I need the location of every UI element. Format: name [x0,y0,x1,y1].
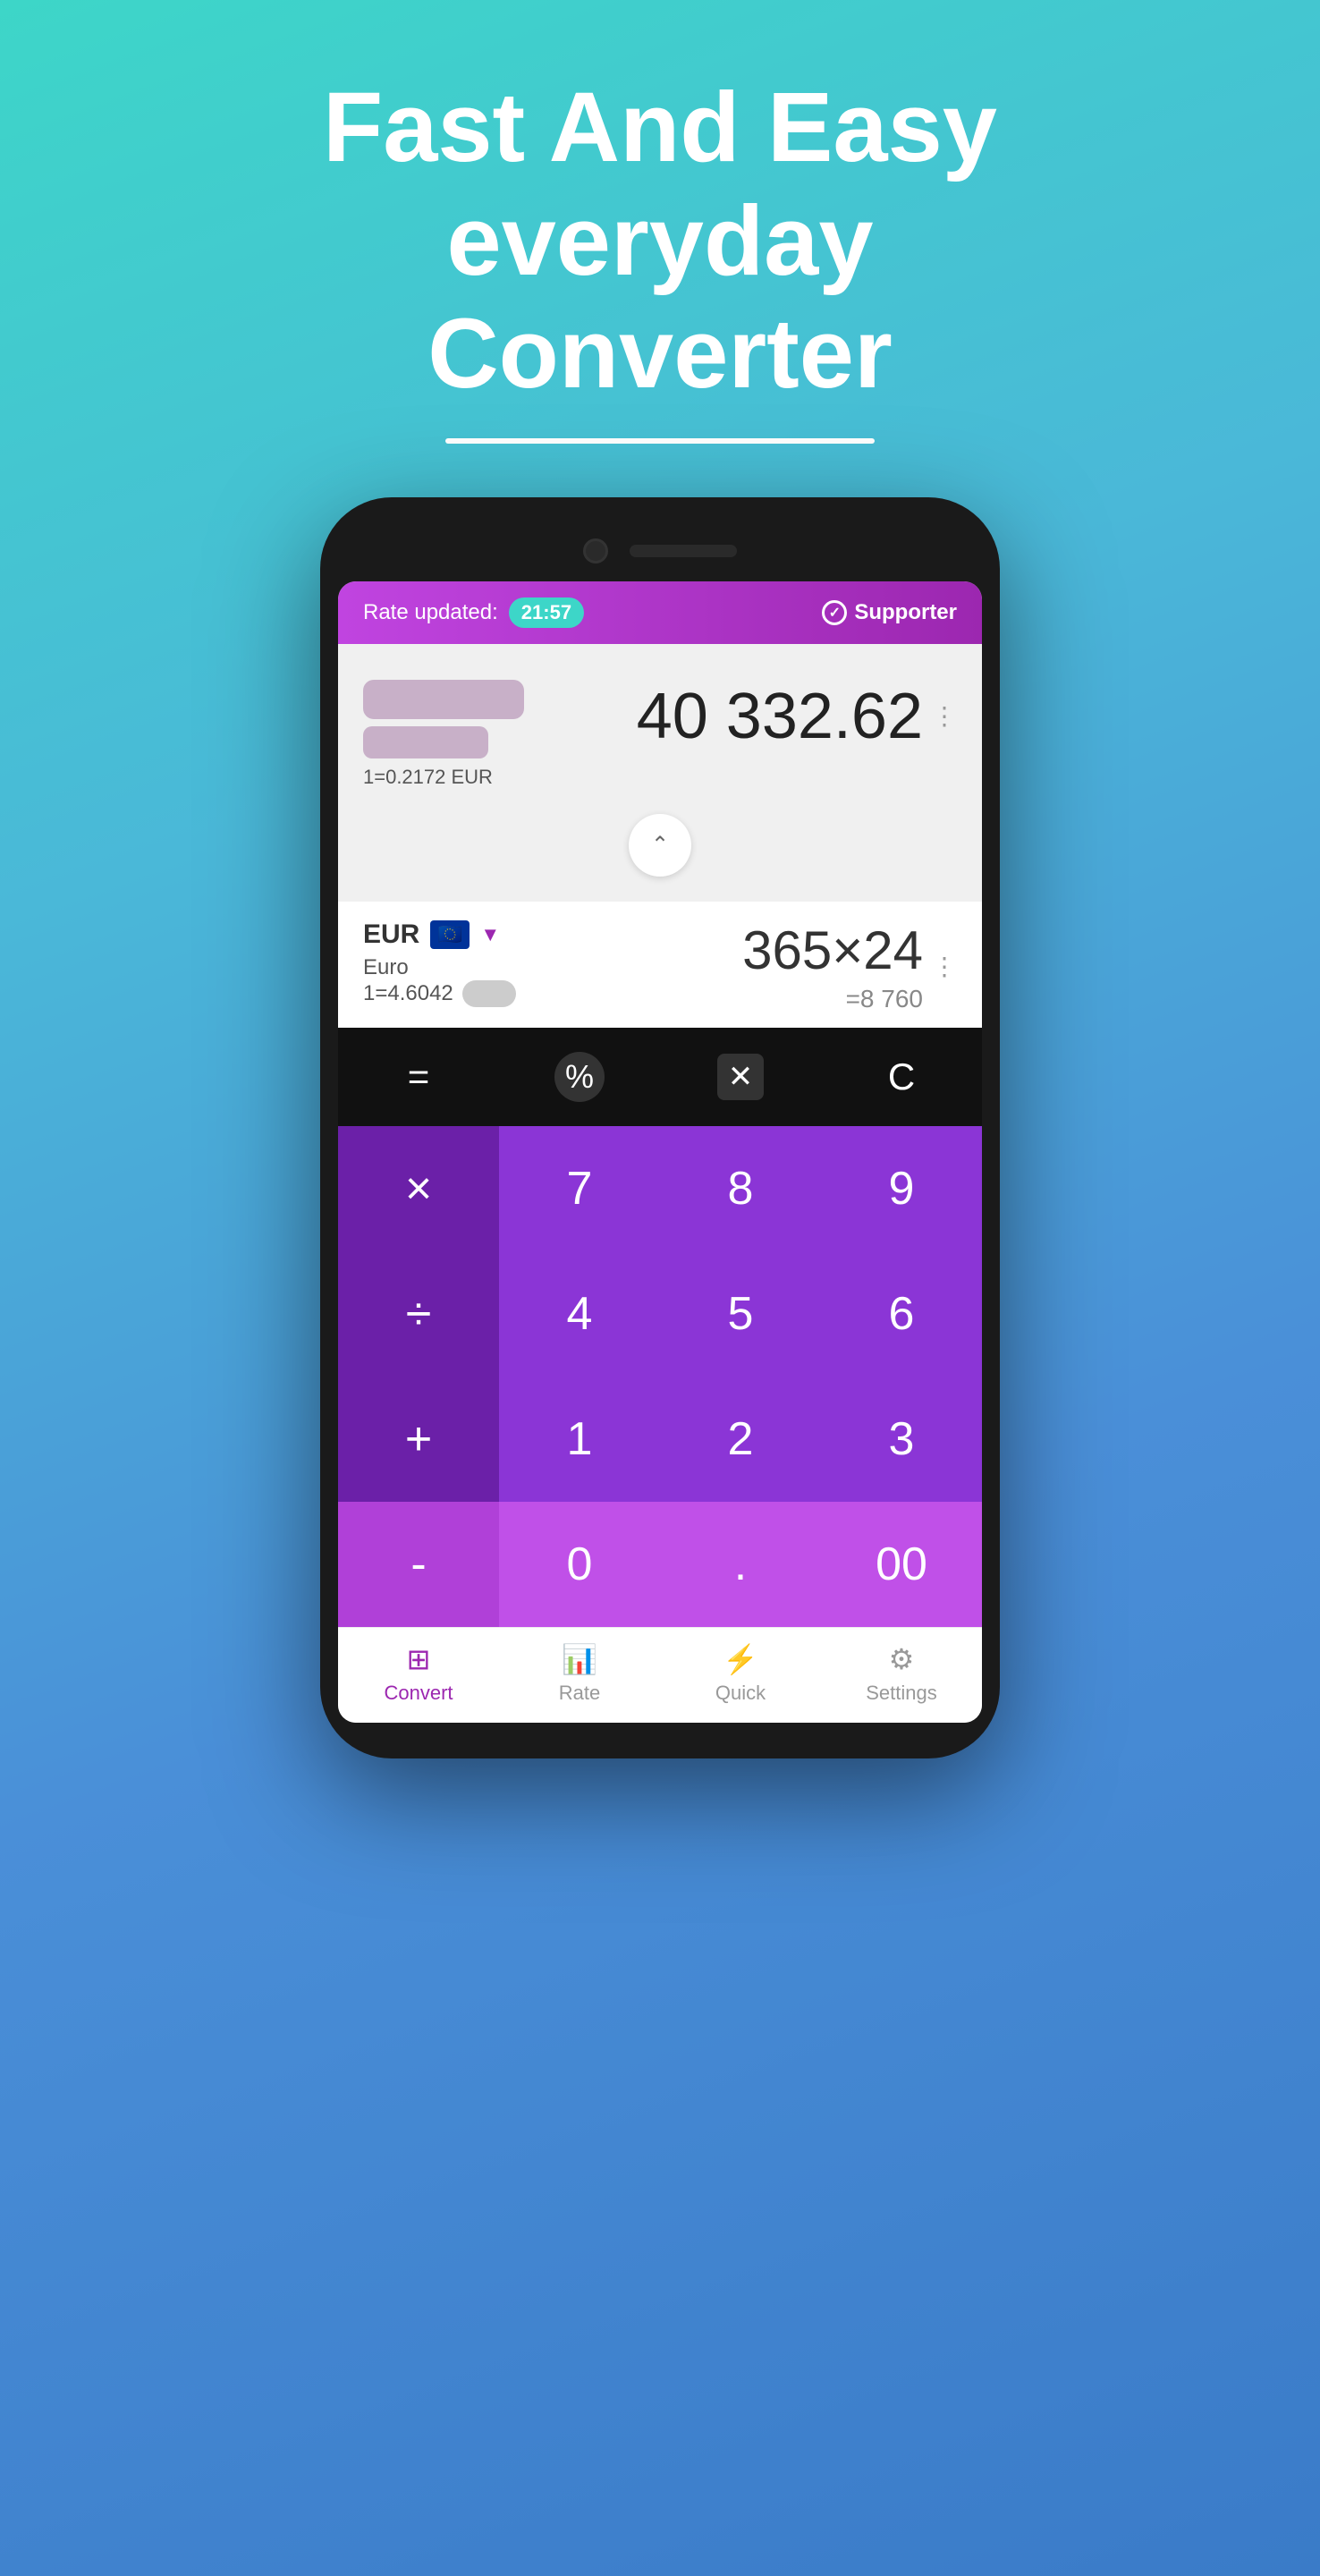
dropdown-arrow-icon[interactable]: ▼ [480,923,500,946]
phone-frame: Rate updated: 21:57 ✓ Supporter 1=0.2172… [320,497,1000,1758]
rate-time-badge: 21:57 [509,597,584,628]
top-currency-left: 1=0.2172 EUR [363,680,524,789]
hero-underline [445,438,875,444]
key-divide[interactable]: ÷ [338,1251,499,1377]
camera-icon [583,538,608,564]
chevron-divider: ⌃ [363,807,957,884]
chevron-up-button[interactable]: ⌃ [629,814,691,877]
key-2[interactable]: 2 [660,1377,821,1502]
supporter-label: Supporter [854,600,957,625]
top-menu-dots[interactable]: ⋮ [932,701,957,731]
settings-icon: ⚙ [889,1642,915,1676]
rate-updated-section: Rate updated: 21:57 [363,597,584,628]
key-1[interactable]: 1 [499,1377,660,1502]
chevron-up-icon: ⌃ [651,832,669,858]
key-multiply[interactable]: × [338,1126,499,1251]
nav-rate-label: Rate [559,1682,600,1705]
hero-line3: Converter [323,298,997,411]
key-double-zero[interactable]: 00 [821,1502,982,1627]
key-9[interactable]: 9 [821,1126,982,1251]
top-currency-amount: 40 332.62 [637,680,923,753]
expression-result: =8 760 [742,985,923,1013]
speaker-icon [630,545,737,557]
key-4[interactable]: 4 [499,1251,660,1377]
eur-rate: 1=4.6042 [363,980,516,1007]
eur-code: EUR [363,919,419,950]
bottom-nav: ⊞ Convert 📊 Rate ⚡ Quick ⚙ Settings [338,1627,982,1723]
bottom-currency-row: EUR 🇪🇺 ▼ Euro 1=4.6042 365×24 [363,919,957,1013]
special-keypad-row: = % ✕ C [338,1028,982,1126]
key-0[interactable]: 0 [499,1502,660,1627]
key-7[interactable]: 7 [499,1126,660,1251]
quick-icon: ⚡ [723,1642,758,1676]
rate-updated-label: Rate updated: [363,600,498,625]
top-amount-section: 40 332.62 ⋮ [637,680,957,753]
hero-line1: Fast And Easy [323,72,997,185]
top-flag-placeholder-2 [363,726,488,758]
eur-selector[interactable]: EUR 🇪🇺 ▼ [363,919,516,950]
key-equals[interactable]: = [338,1028,499,1126]
nav-item-convert[interactable]: ⊞ Convert [338,1642,499,1705]
bottom-currency-section: EUR 🇪🇺 ▼ Euro 1=4.6042 365×24 [338,902,982,1028]
check-circle-icon: ✓ [822,600,847,625]
nav-item-rate[interactable]: 📊 Rate [499,1642,660,1705]
main-keypad: × 7 8 9 ÷ 4 5 6 + 1 2 3 - 0 . 00 [338,1126,982,1627]
phone-screen: Rate updated: 21:57 ✓ Supporter 1=0.2172… [338,581,982,1723]
nav-item-settings[interactable]: ⚙ Settings [821,1642,982,1705]
key-clear[interactable]: C [821,1028,982,1126]
key-percent[interactable]: % [499,1028,660,1126]
key-6[interactable]: 6 [821,1251,982,1377]
key-decimal[interactable]: . [660,1502,821,1627]
key-8[interactable]: 8 [660,1126,821,1251]
top-currency-row: 1=0.2172 EUR 40 332.62 ⋮ [363,662,957,807]
bottom-menu-dots[interactable]: ⋮ [932,952,957,981]
bottom-amount-section: 365×24 =8 760 ⋮ [742,919,957,1013]
eu-flag-icon: 🇪🇺 [430,920,470,949]
top-exchange-rate: 1=0.2172 EUR [363,766,524,789]
bottom-currency-left: EUR 🇪🇺 ▼ Euro 1=4.6042 [363,919,516,1007]
top-flag-placeholder [363,680,524,719]
convert-icon: ⊞ [407,1642,431,1676]
hero-line2: everyday [323,185,997,299]
nav-item-quick[interactable]: ⚡ Quick [660,1642,821,1705]
eur-name: Euro [363,955,516,980]
nav-convert-label: Convert [384,1682,453,1705]
key-5[interactable]: 5 [660,1251,821,1377]
bottom-expr-section: 365×24 =8 760 [742,919,923,1013]
hero-text: Fast And Easy everyday Converter [251,72,1069,411]
key-backspace[interactable]: ✕ [660,1028,821,1126]
key-add[interactable]: + [338,1377,499,1502]
converter-area: 1=0.2172 EUR 40 332.62 ⋮ ⌃ [338,644,982,902]
phone-notch [338,524,982,581]
toggle-switch[interactable] [462,980,516,1007]
rate-icon: 📊 [562,1642,597,1676]
expression-display: 365×24 [742,919,923,981]
supporter-badge[interactable]: ✓ Supporter [822,600,957,625]
eur-rate-value: 1=4.6042 [363,981,453,1006]
nav-settings-label: Settings [866,1682,937,1705]
key-3[interactable]: 3 [821,1377,982,1502]
nav-quick-label: Quick [715,1682,766,1705]
hero-section: Fast And Easy everyday Converter [251,0,1069,497]
key-subtract[interactable]: - [338,1502,499,1627]
app-header: Rate updated: 21:57 ✓ Supporter [338,581,982,644]
